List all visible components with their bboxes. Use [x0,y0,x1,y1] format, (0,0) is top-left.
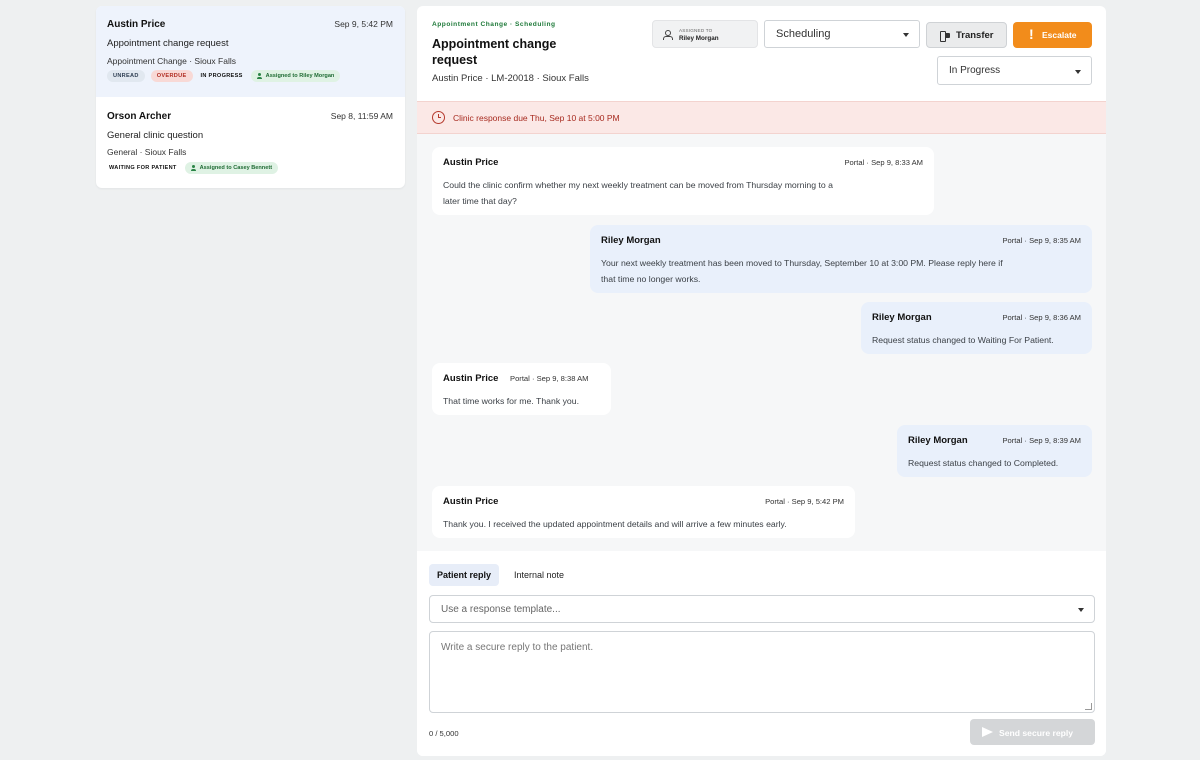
conversation-item-austin-price[interactable]: Austin Price Sep 9, 5:42 PM Appointment … [96,6,405,97]
message-body: Request status changed to Completed. [908,458,1059,468]
message-sender: Riley Morgan [601,235,661,246]
assigned-badge: Assigned to Casey Bennett [184,162,279,174]
message-sender: Riley Morgan [872,312,932,323]
send-button-label: Send secure reply [999,728,1074,738]
reply-textarea[interactable]: Write a secure reply to the patient. [429,631,1095,713]
message-timestamp: Portal · Sep 9, 8:35 AM [1002,236,1081,245]
transfer-button-label: Transfer [956,30,994,41]
conversation-time: Sep 8, 11:59 AM [330,111,393,121]
message-body: Request status changed to Waiting For Pa… [872,335,1054,345]
message-body: Thank you. I received the updated appoin… [443,519,787,529]
character-counter: 0 / 5,000 [429,729,459,738]
status-badge: IN PROGRESS [200,73,243,79]
overdue-badge: OVERDUE [150,70,193,82]
conversation-header: Appointment Change · Scheduling Appointm… [417,6,1106,101]
chevron-down-icon [903,33,909,37]
send-icon [982,727,993,737]
unread-badge: UNREAD [107,70,145,82]
message-sender: Riley Morgan [908,435,968,446]
assigned-to-value: Riley Morgan [679,35,719,42]
message-timestamp: Portal · Sep 9, 5:42 PM [765,497,844,506]
patient-name: Austin Price [432,73,483,84]
status-select-value: In Progress [949,65,1001,76]
page-title: Appointment change request [432,37,557,67]
assigned-badge-label: Assigned to Casey Bennett [199,165,273,171]
user-icon [191,165,197,171]
reply-composer: Patient reply Internal note Use a respon… [417,551,1106,756]
exclamation-icon: ! [1029,26,1034,42]
conversation-subject: General clinic question [107,130,204,141]
conversation-name: Austin Price [107,19,166,30]
tab-patient-reply[interactable]: Patient reply [429,564,500,586]
tab-internal-note[interactable]: Internal note [506,564,572,586]
message-thread[interactable]: Austin Price Portal · Sep 9, 8:33 AM Cou… [417,134,1106,551]
resize-handle-icon[interactable] [1085,703,1092,710]
due-alert-text: Clinic response due Thu, Sep 10 at 5:00 … [453,113,620,123]
message-sender: Austin Price [443,496,499,507]
response-template-select[interactable]: Use a response template... [429,595,1095,623]
chevron-down-icon [1075,70,1081,74]
conversation-list: Austin Price Sep 9, 5:42 PM Appointment … [96,6,405,188]
message-timestamp: Portal · Sep 9, 8:36 AM [1002,313,1081,322]
user-icon [257,73,263,79]
patient-location: Sioux Falls [542,73,589,84]
queue-select[interactable]: Scheduling [764,20,920,48]
status-select[interactable]: In Progress [937,56,1092,85]
message-body: Your next weekly treatment has been move… [601,258,1003,284]
send-secure-reply-button[interactable]: Send secure reply [970,719,1095,745]
assigned-badge-label: Assigned to Riley Morgan [265,73,335,79]
transfer-button[interactable]: Transfer [926,22,1007,48]
conversation-name: Orson Archer [107,111,172,122]
message-timestamp: Portal · Sep 9, 8:39 AM [1002,436,1081,445]
message-bubble: Riley Morgan Portal · Sep 9, 8:36 AM Req… [861,302,1092,354]
user-icon [663,30,673,40]
message-bubble: Riley Morgan Portal · Sep 9, 8:39 AM Req… [897,425,1092,477]
transfer-icon [940,31,950,42]
clock-icon [432,111,445,124]
assigned-badge: Assigned to Riley Morgan [250,70,341,82]
message-bubble: Austin Price Portal · Sep 9, 5:42 PM Tha… [432,486,855,538]
conversation-meta: Appointment Change · Sioux Falls [107,56,236,66]
message-sender: Austin Price [443,373,499,384]
assigned-to-label: ASSIGNED TO [679,28,713,33]
conversation-subject: Appointment change request [107,38,229,49]
message-sender: Austin Price [443,157,499,168]
message-bubble: Riley Morgan Portal · Sep 9, 8:35 AM You… [590,225,1092,293]
conversation-meta: General · Sioux Falls [107,147,187,157]
reply-placeholder: Write a secure reply to the patient. [441,642,594,653]
chevron-down-icon [1078,608,1084,612]
message-timestamp: Portal · Sep 9, 8:38 AM [510,374,589,383]
escalate-button-label: Escalate [1042,30,1077,40]
due-alert: Clinic response due Thu, Sep 10 at 5:00 … [417,101,1106,134]
message-body: Could the clinic confirm whether my next… [443,180,833,206]
status-badge: WAITING FOR PATIENT [109,165,177,171]
conversation-detail: Appointment Change · Scheduling Appointm… [417,6,1106,756]
conversation-item-orson-archer[interactable]: Orson Archer Sep 8, 11:59 AM General cli… [96,97,405,188]
conversation-time: Sep 9, 5:42 PM [334,19,393,29]
queue-select-value: Scheduling [776,28,831,40]
patient-subline: Austin Price · LM-20018 · Sioux Falls [432,73,589,84]
message-timestamp: Portal · Sep 9, 8:33 AM [844,158,923,167]
record-number: LM-20018 [491,73,534,84]
assigned-to-field[interactable]: ASSIGNED TO Riley Morgan [652,20,758,48]
response-template-placeholder: Use a response template... [441,604,561,615]
message-bubble: Austin Price Portal · Sep 9, 8:33 AM Cou… [432,147,934,215]
escalate-button[interactable]: ! Escalate [1013,22,1092,48]
message-bubble: Austin Price Portal · Sep 9, 8:38 AM Tha… [432,363,611,415]
message-body: That time works for me. Thank you. [443,396,579,406]
category-tag: Appointment Change · Scheduling [432,21,556,28]
